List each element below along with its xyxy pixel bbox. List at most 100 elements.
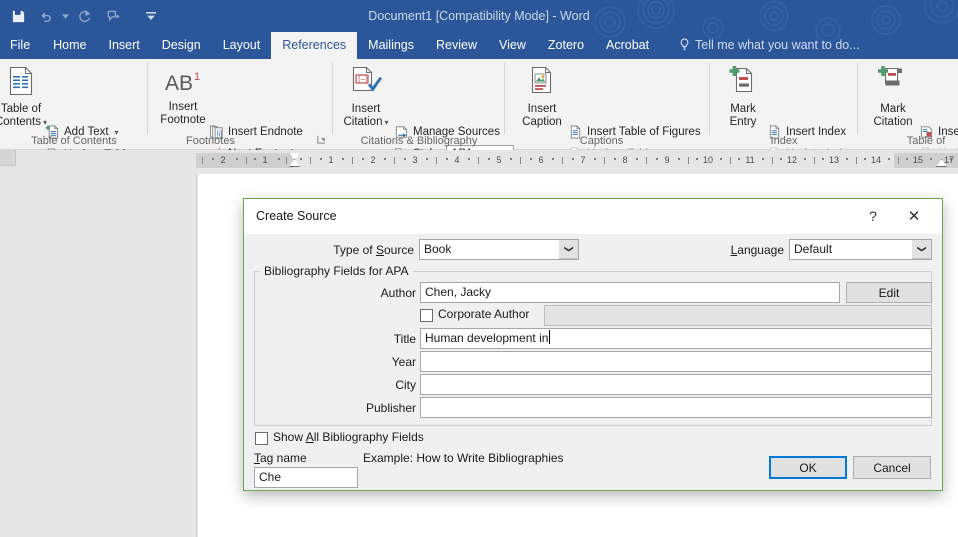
type-of-source-accelerator: S <box>376 243 384 257</box>
dialog-title-text: Create Source <box>256 209 337 223</box>
example-text: Example: How to Write Bibliographies <box>363 451 564 465</box>
insert-footnote-button[interactable]: AB1 Insert Footnote <box>152 69 214 127</box>
customize-quick-access-toolbar-icon[interactable] <box>137 3 165 29</box>
title-bar: Document1 [Compatibility Mode] - Word <box>0 0 958 32</box>
cancel-button[interactable]: Cancel <box>853 456 931 479</box>
tag-name-input[interactable]: Che <box>254 467 358 488</box>
svg-text:AB: AB <box>165 72 193 95</box>
type-of-source-label: Type of Source <box>314 243 414 257</box>
insert-caption-label-line1: Insert <box>528 103 557 115</box>
ruler-tick-6: 6 <box>534 153 548 168</box>
city-label: City <box>354 378 416 392</box>
ruler-tick-12: 12 <box>783 153 801 168</box>
ruler-corner-tab-selector[interactable] <box>0 150 16 166</box>
ruler-tick-7: 7 <box>576 153 590 168</box>
publisher-input[interactable] <box>420 397 932 418</box>
language-value: Default <box>794 242 832 256</box>
bibliography-fields-groupbox-title: Bibliography Fields for APA <box>260 264 413 278</box>
city-input[interactable] <box>420 374 932 395</box>
show-all-bibliography-fields-checkbox[interactable] <box>255 432 268 445</box>
tab-layout[interactable]: Layout <box>212 32 272 59</box>
publisher-label: Publisher <box>344 401 416 415</box>
ruler-tick-3: 3 <box>408 153 422 168</box>
undo-icon[interactable] <box>32 3 60 29</box>
mark-entry-label-line2: Entry <box>730 116 757 128</box>
table-of-contents-button[interactable]: Table of Contents▾ <box>0 65 50 129</box>
group-label-index: Index <box>710 135 858 147</box>
tab-insert[interactable]: Insert <box>98 32 151 59</box>
close-icon[interactable]: ✕ <box>898 199 930 234</box>
table-of-contents-label-line2: Contents <box>0 116 41 128</box>
author-value: Chen, Jacky <box>425 285 491 299</box>
ruler-tick-15: 15 <box>909 153 927 168</box>
year-input[interactable] <box>420 351 932 372</box>
mark-citation-label-line2: Citation <box>874 116 913 128</box>
tab-acrobat[interactable]: Acrobat <box>595 32 660 59</box>
footnotes-dialog-launcher[interactable] <box>317 135 326 146</box>
redo-icon[interactable] <box>71 3 99 29</box>
author-input[interactable]: Chen, Jacky <box>420 282 840 303</box>
tag-name-value: Che <box>259 470 281 484</box>
group-label-footnotes: Footnotes <box>118 135 303 147</box>
mark-citation-icon <box>862 65 924 101</box>
tab-file[interactable]: File <box>0 32 42 59</box>
tell-me-label: Tell me what you want to do... <box>695 38 860 52</box>
edit-author-button[interactable]: Edit <box>846 282 932 303</box>
group-label-captions: Captions <box>499 135 704 147</box>
touch-mouse-mode-icon[interactable] <box>99 3 127 29</box>
tab-view[interactable]: View <box>488 32 537 59</box>
language-label: Language <box>674 243 784 257</box>
ruler-tick-11: 11 <box>741 153 759 168</box>
canvas-divider <box>196 174 197 537</box>
type-of-source-label-post: ource <box>384 243 414 257</box>
chevron-down-icon: ▾ <box>384 118 388 127</box>
ruler-left-margin-zone <box>196 153 294 168</box>
tab-zotero[interactable]: Zotero <box>537 32 595 59</box>
title-bar-decoration <box>538 0 958 32</box>
tab-mailings[interactable]: Mailings <box>357 32 425 59</box>
quick-access-toolbar <box>4 0 165 32</box>
ruler-tick-4: 4 <box>450 153 464 168</box>
tab-home[interactable]: Home <box>42 32 97 59</box>
title-input[interactable]: Human development in <box>420 328 932 349</box>
undo-dropdown-icon[interactable] <box>60 3 71 29</box>
tag-name-label: Tag name <box>254 451 307 465</box>
corporate-author-label: Corporate Author <box>438 307 529 321</box>
update-table-of-authorities-label: Upda <box>938 148 958 149</box>
help-icon[interactable]: ? <box>858 199 888 234</box>
svg-text:(–): (–) <box>358 75 368 84</box>
year-label: Year <box>354 355 416 369</box>
table-of-contents-icon <box>0 65 50 101</box>
type-of-source-combobox[interactable]: Book ❮ <box>419 239 579 260</box>
insert-citation-label-line2: Citation <box>343 116 382 128</box>
ruler-tick-5: 5 <box>492 153 506 168</box>
tab-design[interactable]: Design <box>151 32 212 59</box>
author-label: Author <box>354 286 416 300</box>
tab-references[interactable]: References <box>271 32 357 59</box>
tell-me-search[interactable]: Tell me what you want to do... <box>679 32 860 59</box>
ribbon-group-footnotes: AB1 Insert Footnote [i] Insert Endnote A… <box>148 59 333 149</box>
ribbon-group-table-of-authorities: Mark Citation Insert Upda Table of <box>858 59 958 149</box>
tab-review[interactable]: Review <box>425 32 488 59</box>
horizontal-ruler[interactable]: 2 1 1 2 3 4 5 6 7 8 9 10 11 12 13 14 15 … <box>196 153 958 168</box>
ribbon-group-citations-and-bibliography: (–) Insert Citation▾ Manage Sources Styl… <box>333 59 505 149</box>
insert-caption-button[interactable]: Insert Caption <box>511 65 573 129</box>
mark-citation-button[interactable]: Mark Citation <box>862 65 924 129</box>
chevron-down-icon[interactable]: ❮ <box>559 240 578 259</box>
insert-footnote-icon: AB1 <box>152 69 214 99</box>
show-all-label-post: ll Bibliography Fields <box>314 430 424 444</box>
tag-name-label-post: ag name <box>260 451 307 465</box>
ok-button[interactable]: OK <box>769 456 847 479</box>
ruler-tick-1: 1 <box>324 153 338 168</box>
language-combobox[interactable]: Default ❮ <box>789 239 932 260</box>
group-label-table-of-authorities: Table of <box>876 135 958 147</box>
ruler-tick-13: 13 <box>825 153 843 168</box>
mark-entry-button[interactable]: Mark Entry <box>716 65 770 129</box>
save-icon[interactable] <box>4 3 32 29</box>
ribbon-group-index: Mark Entry Insert Index Update Index Ind… <box>710 59 858 149</box>
insert-citation-button[interactable]: (–) Insert Citation▾ <box>335 65 397 129</box>
corporate-author-checkbox[interactable] <box>420 309 433 322</box>
mark-entry-icon <box>716 65 770 101</box>
chevron-down-icon[interactable]: ❮ <box>912 240 931 259</box>
ribbon: Table of Contents▾ Add Text ▾ Update Tab… <box>0 59 958 150</box>
